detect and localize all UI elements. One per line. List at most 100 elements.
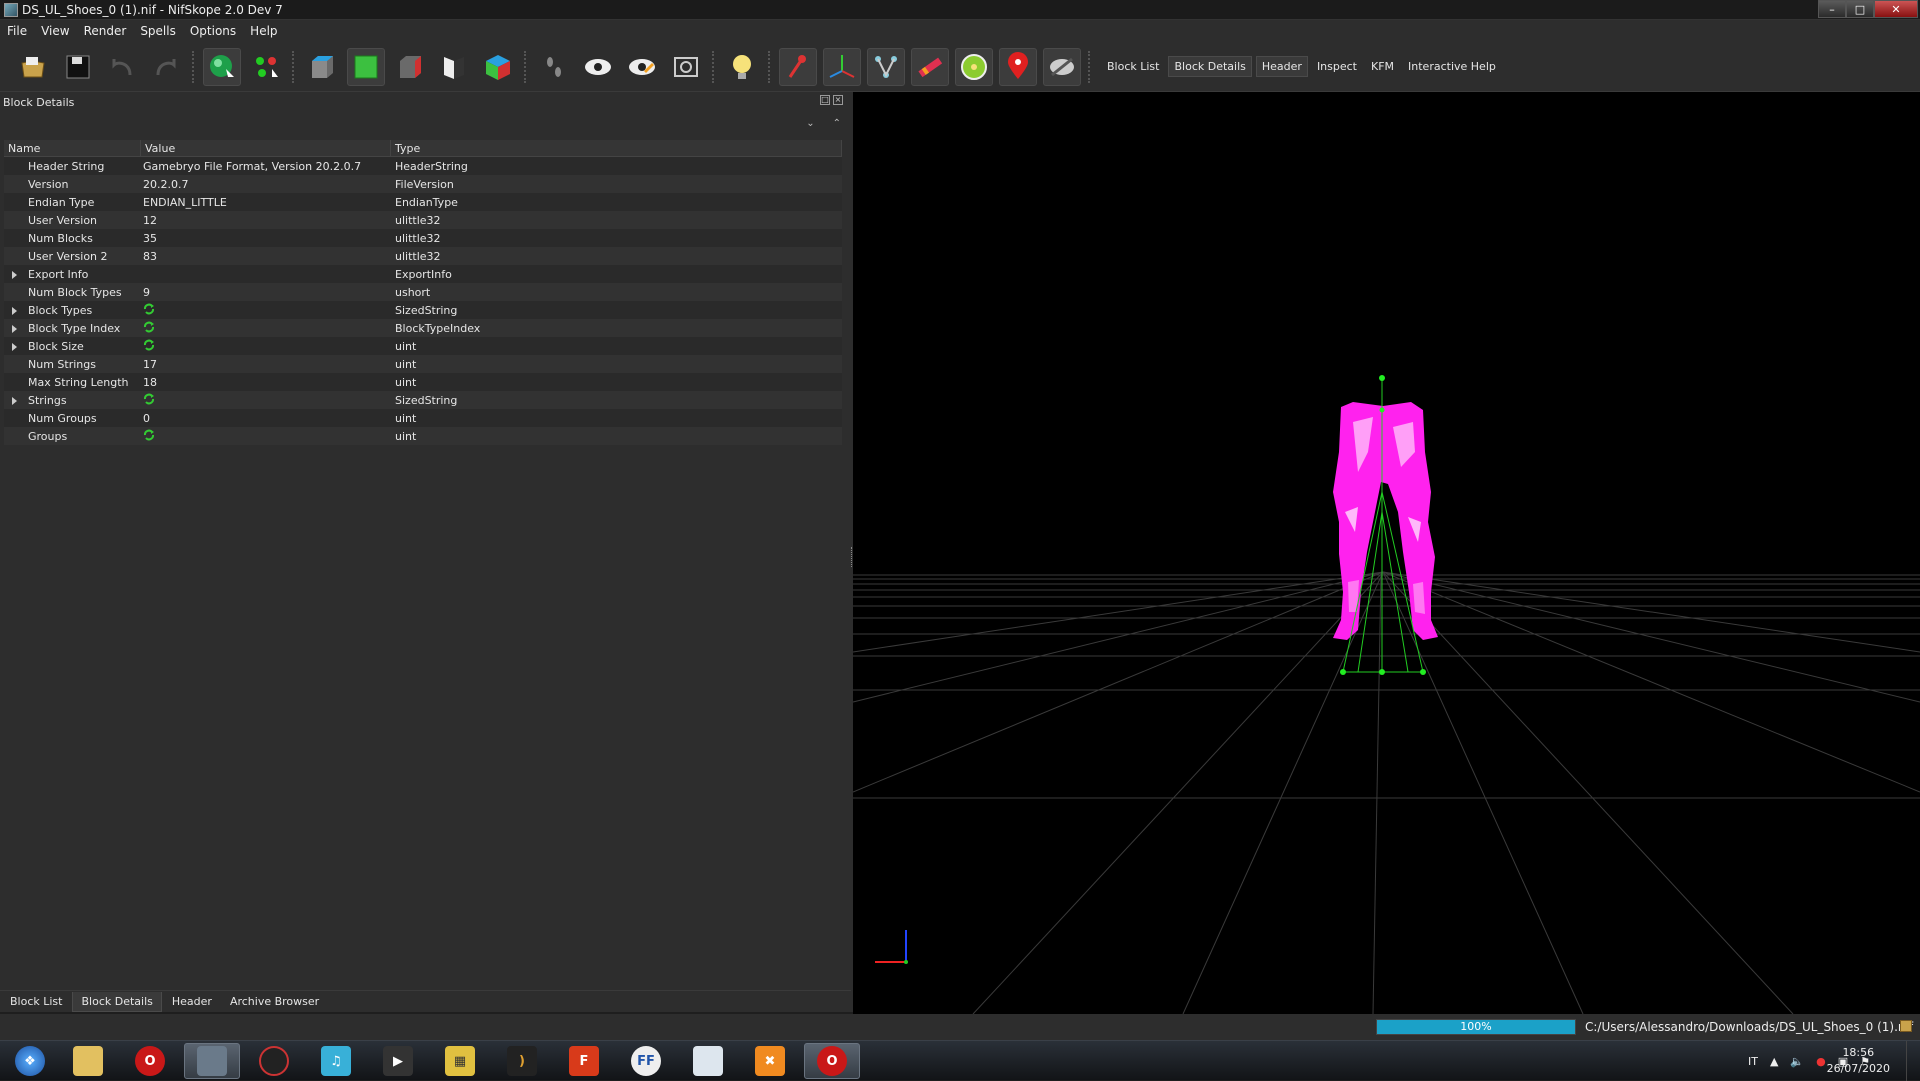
taskbar-x-app[interactable]: ✖ <box>742 1043 798 1079</box>
row-value[interactable]: 83 <box>141 250 391 263</box>
expand-arrow-icon[interactable] <box>12 342 17 351</box>
array-refresh-icon[interactable] <box>143 429 155 441</box>
row-value[interactable]: 9 <box>141 286 391 299</box>
table-row[interactable]: Groups uint <box>4 427 842 445</box>
toolbar-link-interactive-help[interactable]: Interactive Help <box>1403 57 1501 76</box>
taskbar-opera[interactable]: O <box>122 1043 178 1079</box>
toolbar-link-kfm[interactable]: KFM <box>1366 57 1399 76</box>
maximize-button[interactable]: □ <box>1846 0 1874 18</box>
open-file-icon[interactable] <box>15 48 53 86</box>
taskbar-archive[interactable]: ▦ <box>432 1043 488 1079</box>
dock-close-icon[interactable]: × <box>833 95 843 105</box>
row-value[interactable]: Gamebryo File Format, Version 20.2.0.7 <box>141 160 391 173</box>
table-row[interactable]: Num Groups 0 uint <box>4 409 842 427</box>
taskbar-game[interactable] <box>246 1043 302 1079</box>
save-icon[interactable] <box>59 48 97 86</box>
volume-icon[interactable]: 🔈 <box>1790 1055 1804 1068</box>
language-indicator[interactable]: IT <box>1748 1055 1758 1068</box>
expand-arrow-icon[interactable] <box>12 396 17 405</box>
row-value[interactable] <box>141 429 391 444</box>
expand-arrow-icon[interactable] <box>12 324 17 333</box>
table-row[interactable]: Strings SizedString <box>4 391 842 409</box>
expand-arrow-icon[interactable] <box>12 306 17 315</box>
row-value[interactable]: 0 <box>141 412 391 425</box>
taskbar-explorer[interactable] <box>60 1043 116 1079</box>
show-axes-icon[interactable] <box>779 47 817 86</box>
show-markers-icon[interactable] <box>999 47 1037 86</box>
row-value[interactable] <box>141 321 391 336</box>
start-button[interactable]: ❖ <box>2 1043 58 1079</box>
column-header-value[interactable]: Value <box>141 139 391 157</box>
minimize-button[interactable]: – <box>1818 0 1846 18</box>
show-desktop-button[interactable] <box>1906 1041 1920 1081</box>
row-value[interactable]: ENDIAN_LITTLE <box>141 196 391 209</box>
table-row[interactable]: User Version 2 83 ulittle32 <box>4 247 842 265</box>
menu-help[interactable]: Help <box>243 24 284 38</box>
render-viewport[interactable] <box>853 92 1920 1014</box>
menu-view[interactable]: View <box>34 24 76 38</box>
menu-render[interactable]: Render <box>77 24 134 38</box>
show-skeleton-icon[interactable] <box>867 47 905 86</box>
view-front-icon[interactable] <box>303 48 341 86</box>
table-row[interactable]: Num Strings 17 uint <box>4 355 842 373</box>
redo-icon[interactable] <box>147 48 185 86</box>
toolbar-link-block-list[interactable]: Block List <box>1102 57 1164 76</box>
row-value[interactable]: 20.2.0.7 <box>141 178 391 191</box>
tab-block-details[interactable]: Block Details <box>72 991 162 1012</box>
tab-block-list[interactable]: Block List <box>2 992 70 1011</box>
table-row[interactable]: Block Types SizedString <box>4 301 842 319</box>
chevron-down-icon[interactable]: ⌄ <box>806 118 814 129</box>
view-user-icon[interactable] <box>479 48 517 86</box>
tab-header[interactable]: Header <box>164 992 220 1011</box>
row-value[interactable]: 17 <box>141 358 391 371</box>
row-value[interactable] <box>141 339 391 354</box>
view-side-icon[interactable] <box>391 48 429 86</box>
menu-file[interactable]: File <box>0 24 34 38</box>
walk-mode-icon[interactable] <box>535 48 573 86</box>
chevron-up-icon[interactable]: ⌃ <box>833 118 841 129</box>
taskbar-f-app[interactable]: F <box>556 1043 612 1079</box>
table-row[interactable]: Num Block Types 9 ushort <box>4 283 842 301</box>
table-row[interactable]: Block Type Index BlockTypeIndex <box>4 319 842 337</box>
show-grid-icon[interactable] <box>823 47 861 86</box>
array-refresh-icon[interactable] <box>143 393 155 405</box>
antivirus-icon[interactable]: ● <box>1816 1055 1826 1068</box>
row-value[interactable]: 35 <box>141 232 391 245</box>
table-row[interactable]: Export Info ExportInfo <box>4 265 842 283</box>
select-vertex-icon[interactable] <box>247 48 285 86</box>
array-refresh-icon[interactable] <box>143 303 155 315</box>
show-hidden-objects-icon[interactable] <box>1043 47 1081 86</box>
taskbar-window-app[interactable] <box>680 1043 736 1079</box>
taskbar-ffdec[interactable]: FF <box>618 1043 674 1079</box>
toolbar-link-inspect[interactable]: Inspect <box>1312 57 1362 76</box>
column-header-type[interactable]: Type <box>391 139 842 157</box>
menu-spells[interactable]: Spells <box>133 24 183 38</box>
close-button[interactable]: ✕ <box>1874 0 1918 18</box>
folder-icon[interactable] <box>1900 1020 1912 1032</box>
row-value[interactable]: 18 <box>141 376 391 389</box>
table-row[interactable]: Max String Length 18 uint <box>4 373 842 391</box>
row-value[interactable]: 12 <box>141 214 391 227</box>
toolbar-link-header[interactable]: Header <box>1255 56 1308 77</box>
show-hidden-icon[interactable] <box>579 48 617 86</box>
expand-arrow-icon[interactable] <box>12 270 17 279</box>
menu-options[interactable]: Options <box>183 24 243 38</box>
array-refresh-icon[interactable] <box>143 321 155 333</box>
table-row[interactable]: Header String Gamebryo File Format, Versi… <box>4 157 842 175</box>
show-nodes-icon[interactable] <box>623 48 661 86</box>
row-value[interactable] <box>141 393 391 408</box>
array-refresh-icon[interactable] <box>143 339 155 351</box>
table-row[interactable]: Num Blocks 35 ulittle32 <box>4 229 842 247</box>
show-constraints-icon[interactable] <box>911 47 949 86</box>
tray-expand-icon[interactable]: ▲ <box>1770 1055 1778 1068</box>
dock-float-icon[interactable]: □ <box>820 95 830 105</box>
taskbar-audio[interactable]: ▶ <box>370 1043 426 1079</box>
system-clock[interactable]: 18:56 26/07/2020 <box>1827 1045 1890 1077</box>
table-row[interactable]: User Version 12 ulittle32 <box>4 211 842 229</box>
table-row[interactable]: Version 20.2.0.7 FileVersion <box>4 175 842 193</box>
view-perspective-icon[interactable] <box>435 48 473 86</box>
taskbar-music[interactable]: ♫ <box>308 1043 364 1079</box>
toolbar-link-block-details[interactable]: Block Details <box>1168 56 1252 77</box>
taskbar-pen[interactable]: ) <box>494 1043 550 1079</box>
screenshot-icon[interactable] <box>667 48 705 86</box>
